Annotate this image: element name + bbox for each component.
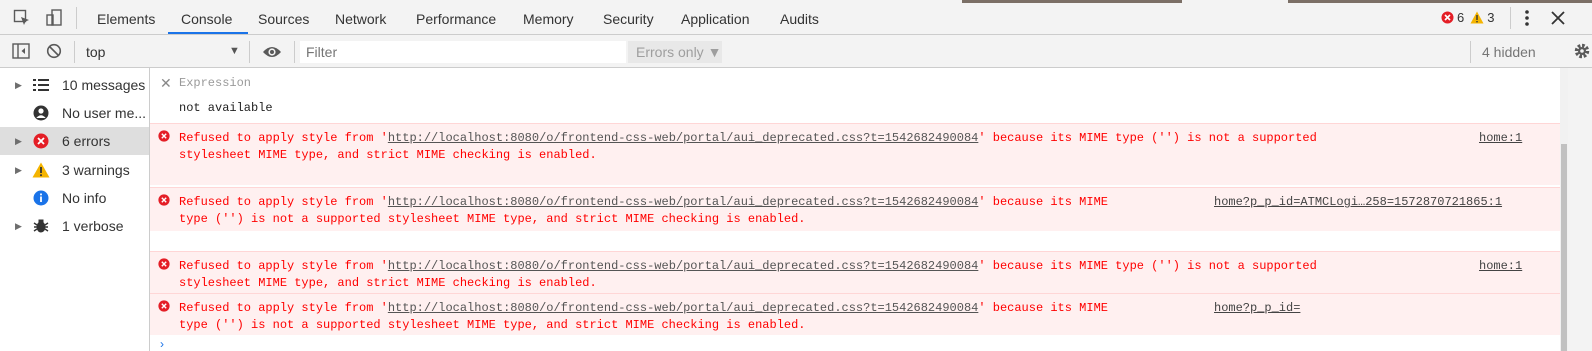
console-message[interactable]: Refused to apply style from 'http://loca… [150,251,1560,295]
console-settings-button[interactable] [1572,41,1592,61]
error-icon [158,300,170,312]
console-message[interactable]: Refused to apply style from 'http://loca… [150,293,1560,335]
error-icon [158,194,170,206]
issue-counts[interactable]: 6 3 [1441,10,1494,25]
sidebar-item-label: 1 verbose [62,218,124,234]
message-text: Refused to apply style from 'http://loca… [179,131,1317,162]
sidebar-item-label: 6 errors [62,133,111,149]
filter-input[interactable] [300,41,626,63]
list-icon [32,76,50,94]
log-levels-dropdown[interactable]: Errors only ▼ [628,41,722,63]
console-prompt-icon[interactable]: › [160,337,164,351]
gear-icon [1574,43,1590,59]
tab-memory[interactable]: Memory [523,11,574,27]
sidebar-item-info[interactable]: No info [0,184,149,212]
tab-sources[interactable]: Sources [258,11,309,27]
chevron-down-icon[interactable]: ▼ [229,45,240,57]
context-selector[interactable]: top [86,44,105,60]
message-link[interactable]: http://localhost:8080/o/frontend-css-web… [388,195,979,209]
user-icon [32,104,50,122]
devtools-tabbar: Elements Console Sources Network Perform… [0,0,1592,35]
live-expression-button[interactable] [261,42,283,62]
error-icon [158,258,170,270]
tab-security[interactable]: Security [603,11,654,27]
sidebar-item-label: No user me... [62,105,147,121]
live-expression-value: not available [179,101,273,115]
error-icon [1441,11,1454,24]
tab-console[interactable]: Console [181,11,232,27]
expand-arrow-icon[interactable]: ▶ [15,136,22,147]
page-strip [962,0,1182,3]
tab-audits[interactable]: Audits [780,11,819,27]
expand-arrow-icon[interactable]: ▶ [15,221,22,232]
sidebar-item-errors[interactable]: ▶ 6 errors [0,127,149,155]
divider [76,7,77,29]
active-tab-indicator [168,32,248,34]
kebab-menu-icon [1525,10,1529,26]
sidebar-item-label: 10 messages [62,77,146,93]
info-icon [32,189,50,207]
message-source-link[interactable]: home:1 [1479,130,1522,147]
console-message[interactable]: Refused to apply style from 'http://loca… [150,123,1560,185]
warning-icon [32,161,50,179]
hidden-count: 4 hidden [1482,44,1536,60]
warning-icon [1470,11,1484,24]
message-link[interactable]: http://localhost:8080/o/frontend-css-web… [388,301,979,315]
divider [294,41,295,63]
close-icon [1551,11,1565,25]
sidebar-item-messages[interactable]: ▶ 10 messages [0,71,149,99]
sidebar-toggle-icon [12,43,30,59]
divider [249,41,250,63]
divider [1470,41,1471,63]
console-scrollbar[interactable] [1560,68,1568,351]
console-messages: ✕ Expression not available Refused to ap… [150,68,1560,351]
console-sidebar: ▶ 10 messages No user me... ▶ 6 errors ▶… [0,68,150,351]
inspect-element-button[interactable] [12,8,32,28]
message-source-link[interactable]: home:1 [1479,258,1522,275]
error-count: 6 [1457,10,1465,25]
clear-console-button[interactable] [44,41,64,61]
divider [1510,7,1511,29]
sidebar-item-verbose[interactable]: ▶ 1 verbose [0,212,149,240]
expand-arrow-icon[interactable]: ▶ [15,165,22,176]
message-text: Refused to apply style from 'http://loca… [179,195,1108,226]
tab-application[interactable]: Application [681,11,750,27]
close-icon[interactable]: ✕ [160,75,172,92]
close-devtools-button[interactable] [1548,8,1568,28]
console-message[interactable]: Refused to apply style from 'http://loca… [150,187,1560,231]
sidebar-item-user-messages[interactable]: No user me... [0,99,149,127]
device-toolbar-button[interactable] [44,8,64,28]
panel-edge [1568,68,1592,351]
inspect-icon [13,9,29,25]
tab-network[interactable]: Network [335,11,386,27]
message-source-link[interactable]: home?p_p_id= [1214,300,1300,317]
sidebar-item-warnings[interactable]: ▶ 3 warnings [0,156,149,184]
expand-arrow-icon[interactable]: ▶ [15,80,22,91]
bug-icon [32,217,50,235]
divider [74,41,75,63]
device-icon [46,9,62,26]
sidebar-item-label: 3 warnings [62,162,130,178]
tab-performance[interactable]: Performance [416,11,496,27]
warning-count: 3 [1487,10,1495,25]
error-icon [158,130,170,142]
message-source-link[interactable]: home?p_p_id=ATMCLogi…258=1572870721865:1 [1214,194,1502,211]
eye-icon [263,47,281,57]
message-text: Refused to apply style from 'http://loca… [179,259,1317,290]
error-icon [32,132,50,150]
sidebar-item-label: No info [62,190,107,206]
message-text: Refused to apply style from 'http://loca… [179,301,1108,332]
scrollbar-thumb[interactable] [1561,144,1567,351]
message-link[interactable]: http://localhost:8080/o/frontend-css-web… [388,259,979,273]
tab-elements[interactable]: Elements [97,11,155,27]
live-expression-input[interactable]: Expression [179,76,251,90]
clear-icon [46,43,62,59]
console-toolbar: top ▼ Errors only ▼ 4 hidden [0,35,1592,68]
more-options-button[interactable] [1517,8,1537,28]
page-strip [1288,0,1592,3]
message-link[interactable]: http://localhost:8080/o/frontend-css-web… [388,131,979,145]
toggle-sidebar-button[interactable] [11,41,31,61]
